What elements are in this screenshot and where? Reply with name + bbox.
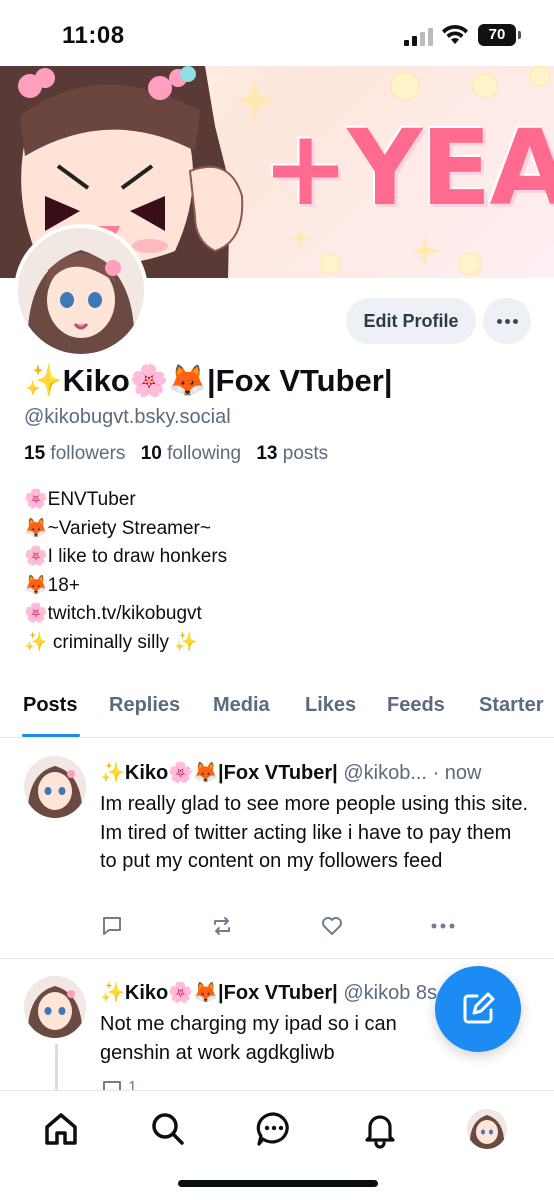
bell-icon[interactable] bbox=[360, 1109, 400, 1149]
like-heart-icon[interactable] bbox=[320, 914, 344, 938]
post-author[interactable]: ✨Kiko🌸🦊|Fox VTuber| bbox=[100, 982, 338, 1004]
bio-line: ✨ criminally silly ✨ bbox=[24, 631, 198, 653]
avatar-portrait bbox=[24, 756, 86, 818]
tab-starter[interactable]: Starter bbox=[479, 694, 543, 717]
status-time: 11:08 bbox=[62, 22, 125, 49]
post-handle[interactable]: @kikob... bbox=[343, 762, 427, 784]
tab-posts[interactable]: Posts bbox=[23, 694, 77, 717]
avatar-portrait bbox=[18, 228, 144, 354]
chat-icon[interactable] bbox=[254, 1109, 294, 1149]
feed-post[interactable]: ✨Kiko🌸🦊|Fox VTuber| @kikob... · now Im r… bbox=[0, 740, 554, 960]
post-more-icon[interactable] bbox=[430, 914, 456, 938]
post-time: 8s bbox=[415, 982, 438, 1004]
profile-avatar[interactable] bbox=[14, 224, 148, 358]
post-time: · now bbox=[432, 762, 482, 784]
post-text: Im really glad to see more people using … bbox=[100, 793, 528, 872]
profile-bio: 🌸ENVTuber 🦊~Variety Streamer~ 🌸I like to… bbox=[24, 486, 227, 658]
battery-indicator: 70 bbox=[478, 24, 521, 46]
posts-count: 13 posts bbox=[256, 443, 329, 464]
more-dot bbox=[505, 319, 510, 324]
tab-feeds[interactable]: Feeds bbox=[387, 694, 445, 717]
profile-handle: @kikobugvt.bsky.social bbox=[24, 406, 231, 428]
wifi-icon bbox=[442, 24, 468, 44]
tab-replies[interactable]: Replies bbox=[109, 694, 180, 717]
post-avatar[interactable] bbox=[24, 976, 86, 1038]
profile-stats: 15 followers 10 following 13 posts bbox=[24, 443, 328, 465]
followers-link[interactable]: 15 followers bbox=[24, 443, 125, 464]
bio-link-twitch[interactable]: 🌸twitch.tv/kikobugvt bbox=[24, 600, 227, 629]
tab-media[interactable]: Media bbox=[213, 694, 270, 717]
reply-icon[interactable] bbox=[100, 914, 124, 938]
bio-line: 🦊18+ bbox=[24, 574, 80, 596]
thread-connector bbox=[55, 1044, 58, 1094]
post-actions bbox=[100, 914, 460, 942]
edit-profile-button[interactable]: Edit Profile bbox=[346, 298, 476, 344]
bio-line: 🌸ENVTuber bbox=[24, 489, 136, 510]
active-tab-indicator bbox=[22, 734, 80, 737]
profile-avatar[interactable] bbox=[467, 1109, 507, 1149]
cellular-signal-icon bbox=[404, 28, 433, 46]
home-icon[interactable] bbox=[41, 1109, 81, 1149]
search-icon[interactable] bbox=[148, 1109, 188, 1149]
banner-yeah-text: +YEAH bbox=[262, 107, 554, 229]
post-divider bbox=[0, 958, 554, 959]
display-name: ✨Kiko🌸🦊|Fox VTuber| bbox=[24, 363, 393, 398]
more-dot bbox=[497, 319, 502, 324]
avatar-portrait bbox=[24, 976, 86, 1038]
compose-button[interactable] bbox=[435, 966, 521, 1052]
tab-likes[interactable]: Likes bbox=[305, 694, 356, 717]
status-bar: 11:08 70 bbox=[0, 0, 554, 66]
post-text: Not me charging my ipad so i can genshin… bbox=[100, 1013, 397, 1064]
bio-line: 🌸I like to draw honkers bbox=[24, 546, 228, 568]
post-avatar[interactable] bbox=[24, 756, 86, 818]
repost-icon[interactable] bbox=[210, 914, 234, 938]
profile-tabs: Posts Replies Media Likes Feeds Starter bbox=[0, 690, 554, 738]
post-author[interactable]: ✨Kiko🌸🦊|Fox VTuber| bbox=[100, 762, 338, 784]
avatar-portrait bbox=[467, 1109, 507, 1149]
more-options-button[interactable] bbox=[483, 298, 531, 344]
compose-icon bbox=[463, 992, 495, 1024]
home-indicator[interactable] bbox=[178, 1180, 378, 1187]
more-dot bbox=[513, 319, 518, 324]
post-header: ✨Kiko🌸🦊|Fox VTuber| @kikob 8s bbox=[100, 980, 437, 1005]
post-header: ✨Kiko🌸🦊|Fox VTuber| @kikob... · now bbox=[100, 760, 481, 785]
following-link[interactable]: 10 following bbox=[141, 443, 241, 464]
post-handle[interactable]: @kikob bbox=[343, 982, 410, 1004]
bio-line: 🦊~Variety Streamer~ bbox=[24, 517, 211, 539]
